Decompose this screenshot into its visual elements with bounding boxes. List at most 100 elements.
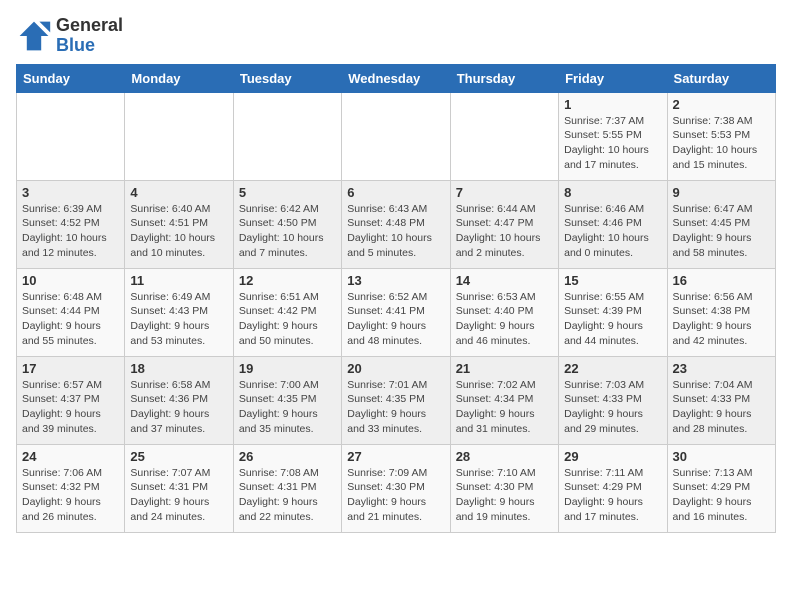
day-detail: Sunrise: 7:10 AM Sunset: 4:30 PM Dayligh… <box>456 466 553 525</box>
day-detail: Sunrise: 6:52 AM Sunset: 4:41 PM Dayligh… <box>347 290 444 349</box>
calendar-day-cell <box>342 92 450 180</box>
logo-icon <box>16 18 52 54</box>
day-number: 21 <box>456 361 553 376</box>
calendar-day-cell: 30 Sunrise: 7:13 AM Sunset: 4:29 PM Dayli… <box>667 444 775 532</box>
day-number: 12 <box>239 273 336 288</box>
day-detail: Sunrise: 6:43 AM Sunset: 4:48 PM Dayligh… <box>347 202 444 261</box>
calendar-day-cell: 5 Sunrise: 6:42 AM Sunset: 4:50 PM Daylig… <box>233 180 341 268</box>
day-detail: Sunrise: 6:46 AM Sunset: 4:46 PM Dayligh… <box>564 202 661 261</box>
day-number: 9 <box>673 185 770 200</box>
day-number: 2 <box>673 97 770 112</box>
day-detail: Sunrise: 7:03 AM Sunset: 4:33 PM Dayligh… <box>564 378 661 437</box>
day-detail: Sunrise: 7:02 AM Sunset: 4:34 PM Dayligh… <box>456 378 553 437</box>
day-number: 19 <box>239 361 336 376</box>
logo-blue: Blue <box>56 35 95 55</box>
day-number: 28 <box>456 449 553 464</box>
day-detail: Sunrise: 7:11 AM Sunset: 4:29 PM Dayligh… <box>564 466 661 525</box>
day-detail: Sunrise: 7:04 AM Sunset: 4:33 PM Dayligh… <box>673 378 770 437</box>
day-number: 13 <box>347 273 444 288</box>
day-detail: Sunrise: 7:00 AM Sunset: 4:35 PM Dayligh… <box>239 378 336 437</box>
weekday-header-cell: Friday <box>559 64 667 92</box>
calendar-day-cell: 25 Sunrise: 7:07 AM Sunset: 4:31 PM Dayli… <box>125 444 233 532</box>
calendar-day-cell: 11 Sunrise: 6:49 AM Sunset: 4:43 PM Dayli… <box>125 268 233 356</box>
calendar-day-cell: 2 Sunrise: 7:38 AM Sunset: 5:53 PM Daylig… <box>667 92 775 180</box>
weekday-header-cell: Sunday <box>17 64 125 92</box>
calendar-day-cell <box>17 92 125 180</box>
day-detail: Sunrise: 6:53 AM Sunset: 4:40 PM Dayligh… <box>456 290 553 349</box>
day-number: 4 <box>130 185 227 200</box>
day-detail: Sunrise: 7:07 AM Sunset: 4:31 PM Dayligh… <box>130 466 227 525</box>
calendar-day-cell: 21 Sunrise: 7:02 AM Sunset: 4:34 PM Dayli… <box>450 356 558 444</box>
calendar-day-cell: 22Sunrise: 7:03 AM Sunset: 4:33 PM Dayli… <box>559 356 667 444</box>
day-number: 11 <box>130 273 227 288</box>
calendar-day-cell: 28 Sunrise: 7:10 AM Sunset: 4:30 PM Dayli… <box>450 444 558 532</box>
calendar-day-cell: 23 Sunrise: 7:04 AM Sunset: 4:33 PM Dayli… <box>667 356 775 444</box>
calendar-day-cell <box>125 92 233 180</box>
calendar-day-cell: 13 Sunrise: 6:52 AM Sunset: 4:41 PM Dayli… <box>342 268 450 356</box>
day-detail: Sunrise: 6:40 AM Sunset: 4:51 PM Dayligh… <box>130 202 227 261</box>
calendar-day-cell: 17 Sunrise: 6:57 AM Sunset: 4:37 PM Dayli… <box>17 356 125 444</box>
logo-general: General <box>56 15 123 35</box>
weekday-header-cell: Wednesday <box>342 64 450 92</box>
calendar-day-cell: 3Sunrise: 6:39 AM Sunset: 4:52 PM Daylig… <box>17 180 125 268</box>
calendar-day-cell: 24 Sunrise: 7:06 AM Sunset: 4:32 PM Dayli… <box>17 444 125 532</box>
day-number: 14 <box>456 273 553 288</box>
day-detail: Sunrise: 7:06 AM Sunset: 4:32 PM Dayligh… <box>22 466 119 525</box>
calendar-day-cell: 16 Sunrise: 6:56 AM Sunset: 4:38 PM Dayli… <box>667 268 775 356</box>
day-detail: Sunrise: 6:42 AM Sunset: 4:50 PM Dayligh… <box>239 202 336 261</box>
calendar-day-cell: 14 Sunrise: 6:53 AM Sunset: 4:40 PM Dayli… <box>450 268 558 356</box>
day-number: 23 <box>673 361 770 376</box>
calendar-week-row: 1Sunrise: 7:37 AM Sunset: 5:55 PM Daylig… <box>17 92 776 180</box>
weekday-header-cell: Saturday <box>667 64 775 92</box>
day-number: 25 <box>130 449 227 464</box>
day-number: 7 <box>456 185 553 200</box>
calendar-day-cell: 4 Sunrise: 6:40 AM Sunset: 4:51 PM Daylig… <box>125 180 233 268</box>
calendar-day-cell: 9Sunrise: 6:47 AM Sunset: 4:45 PM Daylig… <box>667 180 775 268</box>
page-header: General Blue <box>16 16 776 56</box>
day-detail: Sunrise: 6:39 AM Sunset: 4:52 PM Dayligh… <box>22 202 119 261</box>
calendar-day-cell: 19 Sunrise: 7:00 AM Sunset: 4:35 PM Dayli… <box>233 356 341 444</box>
day-number: 27 <box>347 449 444 464</box>
calendar-week-row: 3Sunrise: 6:39 AM Sunset: 4:52 PM Daylig… <box>17 180 776 268</box>
day-detail: Sunrise: 7:08 AM Sunset: 4:31 PM Dayligh… <box>239 466 336 525</box>
logo: General Blue <box>16 16 123 56</box>
day-number: 5 <box>239 185 336 200</box>
logo-text: General Blue <box>56 16 123 56</box>
day-number: 18 <box>130 361 227 376</box>
calendar-day-cell: 27 Sunrise: 7:09 AM Sunset: 4:30 PM Dayli… <box>342 444 450 532</box>
day-detail: Sunrise: 7:13 AM Sunset: 4:29 PM Dayligh… <box>673 466 770 525</box>
day-number: 10 <box>22 273 119 288</box>
day-detail: Sunrise: 6:51 AM Sunset: 4:42 PM Dayligh… <box>239 290 336 349</box>
calendar-day-cell: 8 Sunrise: 6:46 AM Sunset: 4:46 PM Daylig… <box>559 180 667 268</box>
day-detail: Sunrise: 6:49 AM Sunset: 4:43 PM Dayligh… <box>130 290 227 349</box>
day-number: 16 <box>673 273 770 288</box>
calendar-table: SundayMondayTuesdayWednesdayThursdayFrid… <box>16 64 776 533</box>
weekday-header-cell: Monday <box>125 64 233 92</box>
calendar-day-cell <box>450 92 558 180</box>
day-detail: Sunrise: 6:57 AM Sunset: 4:37 PM Dayligh… <box>22 378 119 437</box>
day-number: 26 <box>239 449 336 464</box>
day-number: 1 <box>564 97 661 112</box>
day-number: 15 <box>564 273 661 288</box>
calendar-day-cell: 1Sunrise: 7:37 AM Sunset: 5:55 PM Daylig… <box>559 92 667 180</box>
calendar-day-cell: 18Sunrise: 6:58 AM Sunset: 4:36 PM Dayli… <box>125 356 233 444</box>
calendar-body: 1Sunrise: 7:37 AM Sunset: 5:55 PM Daylig… <box>17 92 776 532</box>
calendar-week-row: 24 Sunrise: 7:06 AM Sunset: 4:32 PM Dayli… <box>17 444 776 532</box>
calendar-day-cell: 26 Sunrise: 7:08 AM Sunset: 4:31 PM Dayli… <box>233 444 341 532</box>
day-number: 17 <box>22 361 119 376</box>
day-detail: Sunrise: 7:09 AM Sunset: 4:30 PM Dayligh… <box>347 466 444 525</box>
calendar-day-cell: 29Sunrise: 7:11 AM Sunset: 4:29 PM Dayli… <box>559 444 667 532</box>
calendar-day-cell: 20Sunrise: 7:01 AM Sunset: 4:35 PM Dayli… <box>342 356 450 444</box>
weekday-header-cell: Thursday <box>450 64 558 92</box>
calendar-week-row: 17 Sunrise: 6:57 AM Sunset: 4:37 PM Dayli… <box>17 356 776 444</box>
day-detail: Sunrise: 6:44 AM Sunset: 4:47 PM Dayligh… <box>456 202 553 261</box>
day-detail: Sunrise: 6:56 AM Sunset: 4:38 PM Dayligh… <box>673 290 770 349</box>
day-detail: Sunrise: 7:38 AM Sunset: 5:53 PM Dayligh… <box>673 114 770 173</box>
day-number: 24 <box>22 449 119 464</box>
calendar-day-cell: 15Sunrise: 6:55 AM Sunset: 4:39 PM Dayli… <box>559 268 667 356</box>
day-number: 30 <box>673 449 770 464</box>
calendar-day-cell: 7 Sunrise: 6:44 AM Sunset: 4:47 PM Daylig… <box>450 180 558 268</box>
day-detail: Sunrise: 6:48 AM Sunset: 4:44 PM Dayligh… <box>22 290 119 349</box>
day-number: 8 <box>564 185 661 200</box>
day-number: 20 <box>347 361 444 376</box>
